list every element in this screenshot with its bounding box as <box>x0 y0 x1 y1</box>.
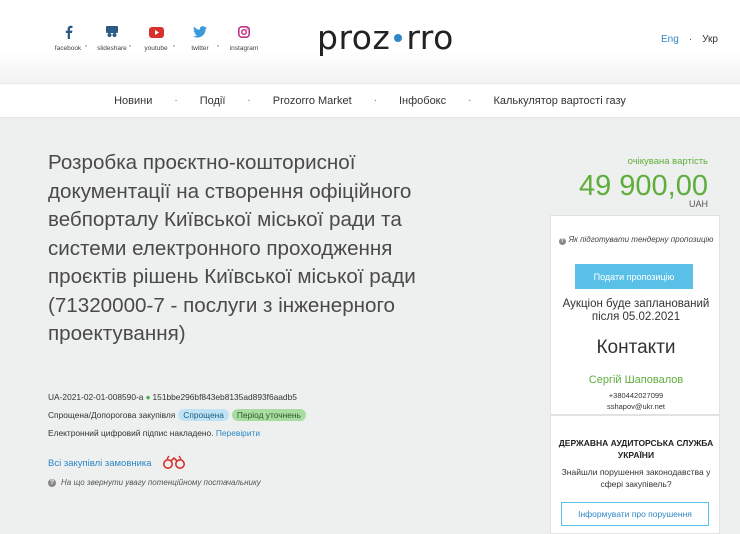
social-instagram[interactable]: instagram <box>216 22 266 52</box>
expected-value-label: очікувана вартість <box>627 156 708 167</box>
nav-item-gas-calculator[interactable]: Калькулятор вартості газу <box>493 95 625 107</box>
site-header: facebook slideshare youtube twitter inst… <box>0 0 740 83</box>
slideshare-icon <box>105 22 119 42</box>
tender-id: UA-2021-02-01-008590-a <box>48 392 144 402</box>
question-icon: ? <box>558 238 566 245</box>
social-label: youtube <box>144 45 168 52</box>
how-to-prepare[interactable]: ? Як підготувати тендерну пропозицію <box>551 234 721 246</box>
social-label: facebook <box>54 45 82 52</box>
audit-text: Знайшли порушення законодавства у сфері … <box>561 467 711 489</box>
contact-phone: +380442027099 <box>608 391 664 400</box>
expected-value-currency: UAH <box>688 199 708 209</box>
lang-ukr-link[interactable]: Укр <box>702 34 718 45</box>
report-violation-button[interactable]: Інформувати про порушення <box>561 502 709 526</box>
social-links: facebook slideshare youtube twitter inst… <box>46 22 266 52</box>
procedure-type: Спрощена/Допорогова закупівля <box>48 410 176 420</box>
buyer-tenders-link[interactable]: Всі закупівлі замовника <box>48 458 152 469</box>
twitter-icon <box>193 22 207 42</box>
nav-separator: · <box>174 95 178 106</box>
contact-name: Сергій Шаповалов <box>588 374 684 386</box>
facebook-icon <box>64 22 73 42</box>
youtube-icon <box>148 22 164 42</box>
badge-period: Період уточнень <box>231 409 306 421</box>
language-switcher: Eng · Укр <box>661 34 718 45</box>
tender-main: Розробка проєктно-кошторисної документац… <box>0 118 740 534</box>
signature-text: Електронний цифровий підпис накладено. <box>48 428 214 438</box>
nav-item-news[interactable]: Новини <box>114 95 152 107</box>
lang-separator: · <box>688 34 693 45</box>
contact-email: sshapov@ukr.net <box>606 402 666 411</box>
contacts-title: Контакти <box>596 337 676 358</box>
social-label: instagram <box>229 45 259 52</box>
supplier-hint[interactable]: ? На що звернути увагу потенційному пост… <box>48 478 261 487</box>
tender-title: Розробка проєктно-кошторисної документац… <box>48 151 416 345</box>
logo-text-left: proz <box>317 18 391 57</box>
expected-value-amount: 49 900,00 <box>578 170 708 202</box>
badge-simplified: Спрощена <box>178 409 229 421</box>
tender-hash: 151bbe296bf843eb8135ad893f6aadb5 <box>152 392 297 402</box>
lang-eng-link[interactable]: Eng <box>661 34 679 45</box>
social-label: slideshare <box>97 45 127 52</box>
prozorro-logo[interactable]: proz rro <box>317 20 454 56</box>
nav-item-events[interactable]: Події <box>200 95 226 107</box>
nav-separator: · <box>373 95 377 106</box>
instagram-icon <box>238 22 250 42</box>
auction-info: Аукціон буде запланований після 05.02.20… <box>562 298 710 323</box>
signature-verify-link[interactable]: Перевірити <box>216 428 260 438</box>
supplier-hint-text[interactable]: На що звернути увагу потенційному постач… <box>61 478 261 487</box>
offer-panel: ? Як підготувати тендерну пропозицію Пода… <box>550 215 720 415</box>
audit-service-panel: ДЕРЖАВНА АУДИТОРСЬКА СЛУЖБА УКРАЇНИ Знай… <box>550 415 720 534</box>
how-to-prepare-text[interactable]: Як підготувати тендерну пропозицію <box>569 235 714 244</box>
nav-separator: · <box>247 95 251 106</box>
buyer-tenders[interactable]: Всі закупівлі замовника <box>48 455 186 472</box>
nav-separator: · <box>468 95 472 106</box>
nav-item-market[interactable]: Prozorro Market <box>273 95 352 107</box>
tender-meta: UA-2021-02-01-008590-a ● 151bbe296bf843e… <box>48 388 306 442</box>
logo-dot-icon <box>394 33 403 42</box>
question-icon: ? <box>48 478 56 487</box>
nav-item-infobox[interactable]: Інфобокс <box>399 95 446 107</box>
binoculars-icon[interactable] <box>162 455 186 472</box>
submit-offer-button[interactable]: Подати пропозицію <box>575 264 693 289</box>
audit-title: ДЕРЖАВНА АУДИТОРСЬКА СЛУЖБА УКРАЇНИ <box>558 438 714 460</box>
logo-text-right: rro <box>406 18 454 57</box>
social-label: twitter <box>191 45 209 52</box>
status-dot-icon: ● <box>145 392 151 402</box>
main-nav: Новини · Події · Prozorro Market · Інфоб… <box>0 83 740 118</box>
